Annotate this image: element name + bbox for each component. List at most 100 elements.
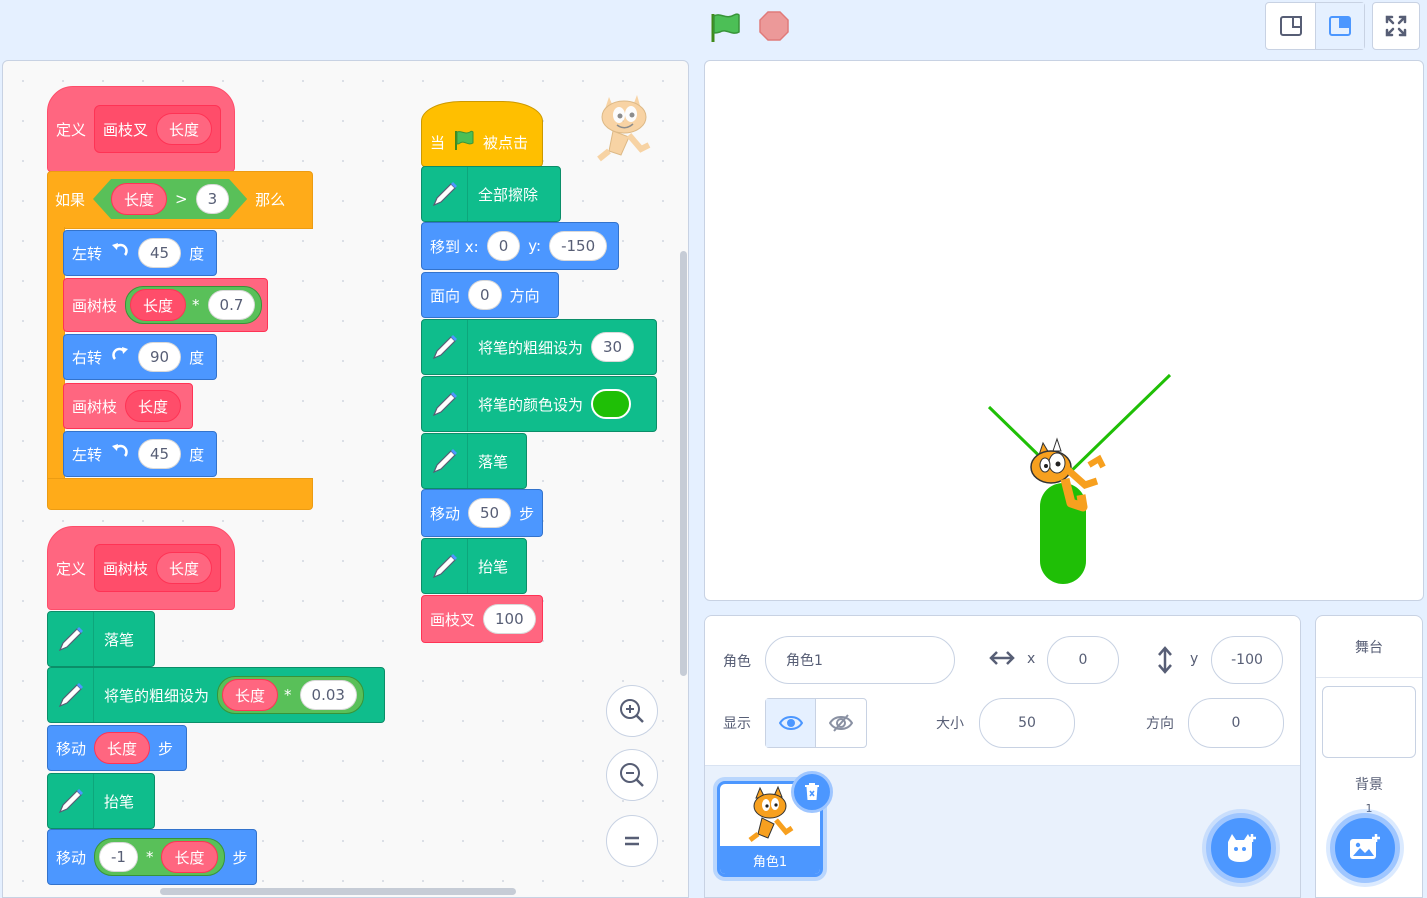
call-draw-branch-block[interactable]: 画树枝 长度 * 0.7	[63, 278, 268, 332]
stop-icon[interactable]	[758, 10, 790, 42]
pen-down-block[interactable]: 落笔	[47, 611, 155, 667]
multiply-operator[interactable]: -1 * 长度	[94, 838, 225, 876]
call-draw-branch-block[interactable]: 画树枝 长度	[63, 383, 193, 429]
call-fork-block[interactable]: 画枝叉 100	[421, 595, 543, 643]
block-label: 面向	[430, 286, 461, 305]
erase-all-block[interactable]: 全部擦除	[421, 166, 561, 222]
param-reporter[interactable]: 长度	[156, 113, 213, 145]
show-label: 显示	[723, 716, 751, 732]
if-block-bottom	[47, 478, 313, 510]
greater-than-operator[interactable]: 长度 > 3	[93, 179, 247, 219]
param-reporter[interactable]: 长度	[156, 552, 213, 584]
param-reporter[interactable]: 长度	[125, 390, 182, 422]
tree-branch-right	[1061, 373, 1172, 481]
param-reporter[interactable]: 长度	[222, 679, 279, 711]
unit-label: 步	[232, 848, 248, 867]
number-input[interactable]: 90	[138, 342, 182, 372]
vertical-arrows-icon	[1157, 646, 1173, 678]
green-flag-icon	[453, 129, 475, 155]
add-sprite-icon[interactable]	[1206, 813, 1276, 883]
number-input[interactable]: 0.7	[207, 290, 256, 320]
number-input[interactable]: 45	[138, 439, 182, 469]
block-label: 移动	[430, 504, 461, 523]
horizontal-scrollbar[interactable]	[160, 888, 516, 895]
y-value: -100	[1231, 652, 1263, 668]
pen-icon	[422, 539, 468, 593]
stage-thumbnail[interactable]	[1322, 686, 1416, 758]
y-input[interactable]: -150	[549, 231, 608, 261]
move-steps-block[interactable]: 移动 长度 步	[47, 725, 187, 771]
when-flag-clicked-block[interactable]: 当 被点击	[421, 101, 543, 167]
block-label: 将笔的粗细设为	[104, 686, 210, 705]
pen-up-block[interactable]: 抬笔	[421, 538, 527, 594]
param-reporter[interactable]: 长度	[111, 183, 167, 215]
pen-up-block[interactable]: 抬笔	[47, 773, 155, 829]
number-input[interactable]: 3	[196, 184, 230, 214]
set-pen-color-block[interactable]: 将笔的颜色设为	[421, 376, 657, 432]
fullscreen-icon[interactable]	[1372, 2, 1420, 50]
size-field[interactable]: 50	[979, 698, 1075, 748]
vertical-scrollbar[interactable]	[680, 251, 687, 676]
number-input[interactable]: 100	[483, 604, 536, 634]
sprite-name-field[interactable]: 角色1	[765, 636, 955, 684]
pen-down-block[interactable]: 落笔	[421, 433, 527, 489]
block-label: 被点击	[483, 133, 529, 152]
define-block-branch[interactable]: 定义 画树枝 长度	[47, 526, 235, 610]
small-stage-icon[interactable]	[1266, 3, 1315, 49]
number-input[interactable]: 50	[468, 498, 512, 528]
define-keyword: 定义	[56, 559, 87, 578]
pen-icon	[48, 612, 94, 666]
number-input[interactable]: 45	[138, 238, 182, 268]
direction-label: 方向	[1146, 716, 1174, 732]
show-eye-icon[interactable]	[766, 699, 816, 747]
y-field[interactable]: -100	[1211, 636, 1283, 684]
pen-icon	[422, 167, 468, 221]
x-input[interactable]: 0	[486, 231, 521, 261]
size-value: 50	[1018, 715, 1036, 731]
normal-stage-icon[interactable]	[1315, 3, 1364, 49]
define-block-fork[interactable]: 定义 画枝叉 长度	[47, 86, 235, 172]
add-backdrop-icon[interactable]	[1330, 813, 1400, 883]
code-workspace[interactable]: 定义 画枝叉 长度 如果 长度 > 3 那么 左转 45 度 画树枝 长度 * …	[2, 60, 689, 898]
visibility-toggle	[765, 698, 867, 748]
zoom-reset-icon[interactable]	[606, 815, 658, 867]
param-reporter[interactable]: 长度	[130, 289, 187, 321]
turn-left-block[interactable]: 左转 45 度	[63, 431, 217, 477]
turn-left-block[interactable]: 左转 45 度	[63, 230, 217, 276]
block-label: 画树枝	[72, 296, 118, 315]
size-label: 大小	[936, 716, 964, 732]
turn-right-block[interactable]: 右转 90 度	[63, 334, 217, 380]
pen-color-swatch[interactable]	[591, 389, 632, 419]
pen-icon	[422, 434, 468, 488]
unit-label: 度	[189, 348, 205, 367]
sprite-name-label: 角色	[723, 654, 751, 670]
direction-field[interactable]: 0	[1188, 698, 1284, 748]
number-input[interactable]: 30	[591, 332, 635, 362]
stage-canvas[interactable]	[704, 60, 1424, 601]
multiply-operator[interactable]: 长度 * 0.03	[217, 676, 364, 714]
param-reporter[interactable]: 长度	[161, 841, 218, 873]
multiply-operator[interactable]: 长度 * 0.7	[125, 286, 263, 324]
zoom-out-icon[interactable]	[606, 749, 658, 801]
pen-icon	[422, 320, 468, 374]
x-field[interactable]: 0	[1047, 636, 1119, 684]
goto-xy-block[interactable]: 移到 x: 0 y: -150	[421, 222, 619, 270]
set-pen-size-block[interactable]: 将笔的粗细设为 长度 * 0.03	[47, 667, 385, 723]
green-flag-icon[interactable]	[708, 10, 742, 44]
block-label: 移动	[56, 848, 87, 867]
block-label: 将笔的颜色设为	[478, 395, 584, 414]
block-label: 移到 x:	[430, 237, 479, 256]
move-steps-block[interactable]: 移动 50 步	[421, 489, 543, 537]
block-label: 左转	[72, 244, 103, 263]
move-steps-block[interactable]: 移动 -1 * 长度 步	[47, 829, 257, 885]
set-pen-size-block[interactable]: 将笔的粗细设为 30	[421, 319, 657, 375]
point-direction-block[interactable]: 面向 0 方向	[421, 272, 559, 318]
zoom-in-icon[interactable]	[606, 685, 658, 737]
trash-icon[interactable]	[791, 771, 833, 813]
number-input[interactable]: 0.03	[299, 680, 357, 710]
param-reporter[interactable]: 长度	[94, 732, 151, 764]
number-input[interactable]: -1	[99, 842, 138, 872]
y-label: y	[1190, 651, 1199, 667]
number-input[interactable]: 0	[468, 280, 502, 310]
hide-eye-icon[interactable]	[816, 699, 866, 747]
